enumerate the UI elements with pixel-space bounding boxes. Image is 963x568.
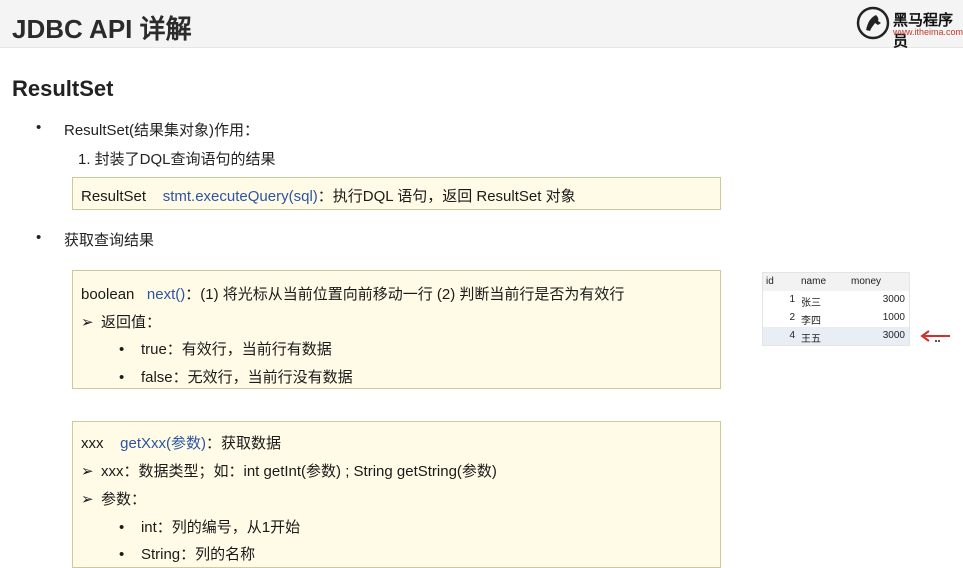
result-table: id name money 1 张三 3000 2 李四 1000 4 王五 3… bbox=[762, 272, 910, 346]
cell-money: 3000 bbox=[882, 330, 905, 341]
code-line: ResultSet stmt.executeQuery(sql)：执行DQL 语… bbox=[81, 185, 576, 206]
horse-logo-icon bbox=[856, 6, 890, 40]
bullet-text: ResultSet(结果集对象)作用： bbox=[64, 122, 260, 139]
logo-url: www.itheima.com bbox=[893, 27, 963, 37]
header-bar: JDBC API 详解 黑马程序员 www.itheima.com bbox=[0, 0, 963, 50]
table-row: 1 张三 3000 bbox=[763, 291, 909, 309]
bullet-dot-icon: • bbox=[36, 119, 42, 136]
cell-name: 张三 bbox=[801, 298, 821, 309]
table-header-row: id name money bbox=[763, 273, 909, 291]
method-name: stmt.executeQuery(sql) bbox=[162, 188, 318, 205]
code-box-executequery: ResultSet stmt.executeQuery(sql)：执行DQL 语… bbox=[72, 177, 721, 210]
type-line: ➢ xxx：数据类型；如：int getInt(参数) ; String getS… bbox=[81, 460, 497, 481]
section-title: ResultSet bbox=[12, 76, 114, 101]
cell-id: 1 bbox=[789, 294, 795, 305]
bullet-dot-icon: • bbox=[119, 519, 125, 536]
subhead-text: 返回值： bbox=[101, 314, 162, 331]
cell-name: 王五 bbox=[801, 334, 821, 345]
arrow-bullet-icon: ➢ bbox=[81, 463, 94, 480]
column-header-id: id bbox=[766, 276, 774, 287]
numbered-item: 1. 封装了DQL查询语句的结果 bbox=[78, 151, 276, 168]
code-box-next: boolean next()：(1) 将光标从当前位置向前移动一行 (2) 判断… bbox=[72, 270, 721, 389]
brand-logo: 黑马程序员 www.itheima.com bbox=[856, 6, 963, 50]
arrow-bullet-icon: ➢ bbox=[81, 491, 94, 508]
list-item-text: String：列的名称 bbox=[140, 546, 256, 563]
subhead-line: ➢ 返回值： bbox=[81, 311, 161, 332]
return-type: xxx bbox=[81, 435, 104, 452]
bullet-dot-icon: • bbox=[119, 546, 125, 563]
method-description: ：获取数据 bbox=[206, 435, 282, 452]
code-line: boolean next()：(1) 将光标从当前位置向前移动一行 (2) 判断… bbox=[81, 283, 624, 304]
return-type: boolean bbox=[81, 286, 135, 303]
bullet-text: 获取查询结果 bbox=[64, 232, 155, 249]
method-name: next() bbox=[146, 286, 186, 303]
list-item: • true：有效行，当前行有数据 bbox=[119, 338, 332, 359]
list-item: • false：无效行，当前行没有数据 bbox=[119, 366, 353, 387]
return-type: ResultSet bbox=[81, 188, 147, 205]
list-item-text: false：无效行，当前行没有数据 bbox=[140, 369, 353, 386]
cell-money: 1000 bbox=[882, 312, 905, 323]
method-name: getXxx(参数) bbox=[120, 435, 207, 452]
list-item-text: int：列的编号，从1开始 bbox=[140, 519, 301, 536]
list-item-text: true：有效行，当前行有数据 bbox=[140, 341, 332, 358]
code-box-getxxx: xxx getXxx(参数)：获取数据 ➢ xxx：数据类型；如：int getI… bbox=[72, 421, 721, 568]
list-item: • String：列的名称 bbox=[119, 543, 255, 564]
code-line: xxx getXxx(参数)：获取数据 bbox=[81, 432, 281, 453]
list-item: • int：列的编号，从1开始 bbox=[119, 516, 300, 537]
cell-money: 3000 bbox=[882, 294, 905, 305]
page-title: JDBC API 详解 bbox=[12, 14, 192, 44]
column-header-name: name bbox=[801, 276, 827, 287]
cell-id: 2 bbox=[789, 312, 795, 323]
cell-id: 4 bbox=[789, 330, 795, 341]
bullet-dot-icon: • bbox=[36, 229, 42, 246]
cell-name: 李四 bbox=[801, 316, 821, 327]
type-text: xxx：数据类型；如：int getInt(参数) ; String getSt… bbox=[101, 463, 497, 480]
table-row: 2 李四 1000 bbox=[763, 309, 909, 327]
method-description: ：执行DQL 语句，返回 ResultSet 对象 bbox=[317, 188, 576, 205]
arrow-bullet-icon: ➢ bbox=[81, 314, 94, 331]
subhead-line: ➢ 参数： bbox=[81, 488, 146, 509]
subhead-text: 参数： bbox=[101, 491, 147, 508]
method-description: ：(1) 将光标从当前位置向前移动一行 (2) 判断当前行是否为有效行 bbox=[185, 286, 625, 303]
table-row: 4 王五 3000 bbox=[763, 327, 909, 345]
red-arrow-icon bbox=[920, 330, 950, 342]
column-header-money: money bbox=[851, 276, 882, 287]
bullet-dot-icon: • bbox=[119, 369, 125, 386]
bullet-dot-icon: • bbox=[119, 341, 125, 358]
